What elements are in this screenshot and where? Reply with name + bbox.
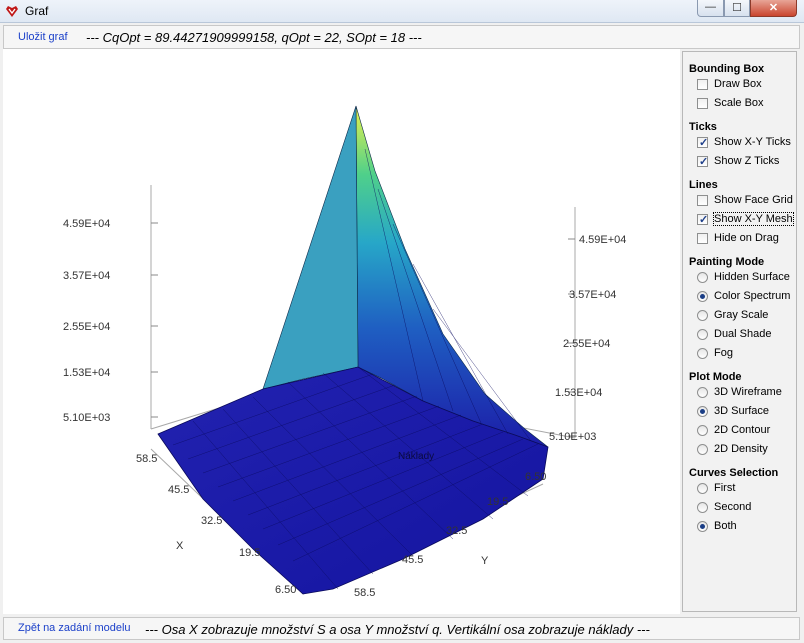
plot-mode-heading: Plot Mode bbox=[689, 371, 742, 383]
minimize-icon: — bbox=[705, 1, 716, 13]
z-tick-label: 2.55E+04 bbox=[563, 338, 610, 350]
settings-panel: Bounding Box Draw Box Scale Box Ticks ✓ S… bbox=[682, 51, 797, 612]
painting-mode-heading: Painting Mode bbox=[689, 256, 765, 268]
check-icon: ✓ bbox=[699, 156, 709, 168]
check-icon: ✓ bbox=[699, 137, 709, 149]
curves-selection-heading: Curves Selection bbox=[689, 467, 779, 479]
z-ticks-right: 4.59E+04 3.57E+04 2.55E+04 1.53E+04 5.10… bbox=[549, 234, 626, 443]
bounding-box-heading: Bounding Box bbox=[689, 63, 765, 75]
z-tick-label: 5.10E+03 bbox=[63, 412, 110, 424]
x-tick-label: 19.5 bbox=[239, 547, 260, 559]
window-titlebar: Graf — ☐ ✕ bbox=[0, 0, 804, 23]
app-icon bbox=[6, 6, 18, 17]
y-axis-label: Y bbox=[481, 555, 489, 567]
y-tick-label: 45.5 bbox=[402, 554, 423, 566]
z-tick-label: 4.59E+04 bbox=[579, 234, 626, 246]
check-icon: ✓ bbox=[699, 214, 709, 226]
x-tick-label: 32.5 bbox=[201, 515, 222, 527]
surface-plot[interactable]: 4.59E+04 3.57E+04 2.55E+04 1.53E+04 5.10… bbox=[3, 49, 680, 614]
minimize-button[interactable]: — bbox=[697, 0, 724, 17]
y-tick-label: 6.50 bbox=[525, 471, 546, 483]
window-title: Graf bbox=[25, 4, 49, 18]
close-button[interactable]: ✕ bbox=[750, 0, 797, 17]
x-axis-label: X bbox=[176, 540, 184, 552]
close-icon: ✕ bbox=[768, 2, 779, 14]
y-tick-label: 19.5 bbox=[487, 496, 508, 508]
z-tick-label: 3.57E+04 bbox=[569, 289, 616, 301]
maximize-button[interactable]: ☐ bbox=[724, 0, 750, 17]
z-tick-label: 1.53E+04 bbox=[555, 387, 602, 399]
x-tick-label: 45.5 bbox=[168, 484, 189, 496]
maximize-icon: ☐ bbox=[732, 2, 742, 14]
z-tick-label: 4.59E+04 bbox=[63, 218, 110, 230]
y-tick-label: 32.5 bbox=[446, 525, 467, 537]
y-tick-label: 58.5 bbox=[354, 587, 375, 599]
x-tick-label: 58.5 bbox=[136, 453, 157, 465]
x-tick-label: 6.50 bbox=[275, 584, 296, 596]
z-tick-label: 3.57E+04 bbox=[63, 270, 110, 282]
z-tick-label: 5.10E+03 bbox=[549, 431, 596, 443]
top-info-bar: Uložit graf --- CqOpt = 89.4427190999915… bbox=[3, 25, 800, 49]
z-tick-label: 2.55E+04 bbox=[63, 321, 110, 333]
z-tick-label: 1.53E+04 bbox=[63, 367, 110, 379]
ticks-heading: Ticks bbox=[689, 121, 717, 133]
plot-area[interactable]: 4.59E+04 3.57E+04 2.55E+04 1.53E+04 5.10… bbox=[3, 49, 680, 614]
surface-label: Náklady bbox=[398, 451, 434, 462]
save-graph-link[interactable]: Uložit graf bbox=[18, 31, 68, 43]
bottom-info-bar: Zpět na zadání modelu --- Osa X zobrazuj… bbox=[3, 617, 800, 640]
back-to-model-link[interactable]: Zpět na zadání modelu bbox=[18, 622, 131, 634]
lines-heading: Lines bbox=[689, 179, 718, 191]
z-ticks-left: 4.59E+04 3.57E+04 2.55E+04 1.53E+04 5.10… bbox=[63, 218, 110, 424]
axis-description: --- Osa X zobrazuje množství S a osa Y m… bbox=[145, 622, 650, 637]
optimum-info: --- CqOpt = 89.44271909999158, qOpt = 22… bbox=[86, 30, 422, 45]
